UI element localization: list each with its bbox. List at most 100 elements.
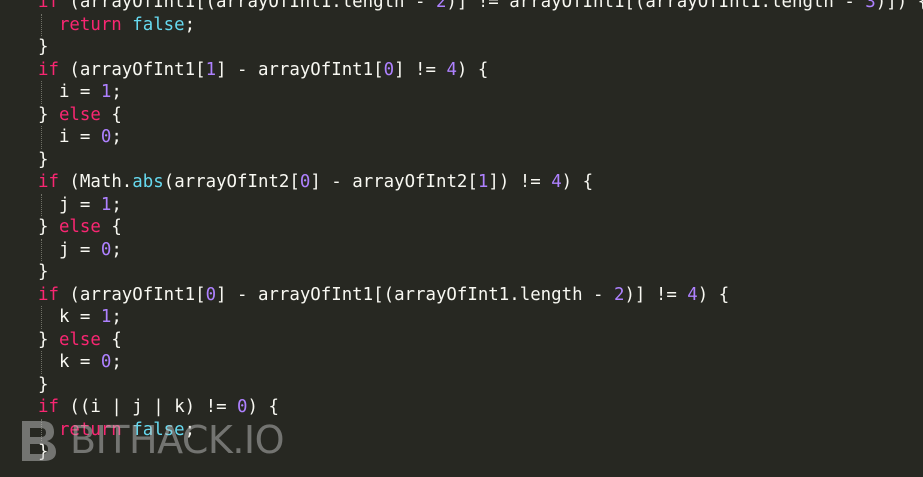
code-line[interactable]: } [0,149,923,172]
punctuation-token: } [38,37,49,57]
punctuation-token: ] - [310,172,353,192]
punctuation-token: (( [58,397,91,417]
code-line[interactable]: i = 1; [0,81,923,104]
number-token: 0 [237,397,248,417]
code-line[interactable]: j = 1; [0,193,923,216]
code-line[interactable]: k = 1; [0,306,923,329]
punctuation-token: ( [163,172,175,192]
code-line[interactable]: if (arrayOfInt1[0] - arrayOfInt1[(arrayO… [0,284,923,307]
punctuation-token: ; [111,307,122,327]
number-token: 1 [205,59,217,80]
punctuation-token: ; [111,127,122,147]
identifier-token: arrayOfInt1 [79,284,196,305]
keyword-token: if [38,284,59,305]
number-token: 0 [100,352,112,372]
code-editor[interactable]: if (arrayOfInt1[(arrayOfInt1.length - 2)… [0,0,923,477]
indent-guide [41,351,42,374]
punctuation-token: ) { [247,397,279,417]
punctuation-token: ) { [456,59,489,80]
builtin-token: false [132,14,185,35]
punctuation-token: ; [111,352,122,372]
number-token: 4 [687,284,698,305]
punctuation-token: ; [111,82,122,102]
code-line[interactable]: if (Math.abs(arrayOfInt2[0] - arrayOfInt… [0,171,923,194]
punctuation-token: ) { [561,172,594,192]
code-line[interactable]: return false; [0,13,923,36]
punctuation-token: } [38,442,49,462]
code-line[interactable]: if (arrayOfInt1[1] - arrayOfInt1[0] != 4… [0,59,923,82]
code-line[interactable]: k = 0; [0,351,923,374]
indent-guide [41,238,42,261]
number-token: 2 [613,284,625,305]
punctuation-token: )] != [446,0,510,12]
punctuation-token [122,420,132,440]
punctuation-token: ; [111,194,122,215]
punctuation-token: . [331,0,342,12]
punctuation-token: [( [373,284,395,305]
punctuation-token: ; [184,14,196,35]
code-line[interactable]: i = 0; [0,126,923,149]
code-line[interactable]: } else { [0,104,923,127]
code-line[interactable]: j = 0; [0,238,923,261]
keyword-token: return [58,419,122,440]
identifier-token: arrayOfInt2 [174,172,290,192]
builtin-token: false [132,419,185,440]
keyword-token: if [38,397,59,417]
punctuation-token: ( [58,172,80,192]
identifier-token: i [58,127,70,147]
punctuation-token: [( [624,0,646,12]
punctuation-token: = [69,127,101,147]
punctuation-token: [ [195,59,206,80]
number-token: 1 [477,172,489,192]
punctuation-token: . [121,172,133,192]
identifier-token: j [58,194,70,215]
identifier-token: k [174,397,185,417]
punctuation-token: = [69,82,101,102]
keyword-token: return [58,14,122,35]
number-token: 2 [435,0,447,12]
identifier-token: k [58,307,70,327]
identifier-token: length [341,0,405,12]
code-line[interactable]: } else { [0,329,923,352]
punctuation-token: . [509,284,520,305]
code-area[interactable]: if (arrayOfInt1[(arrayOfInt1.length - 2)… [0,0,923,464]
punctuation-token: } [38,217,59,237]
punctuation-token: { [100,217,122,237]
punctuation-token: } [38,329,59,350]
identifier-token: arrayOfInt1 [216,0,332,12]
punctuation-token: { [100,104,122,125]
code-line[interactable]: if (arrayOfInt1[(arrayOfInt1.length - 2)… [0,0,923,14]
code-line[interactable]: if ((i | j | k) != 0) { [0,396,923,419]
number-token: 0 [299,172,311,192]
identifier-token: j [58,239,70,260]
punctuation-token: | [100,397,133,417]
punctuation-token: = [69,307,101,327]
punctuation-token: } [38,262,49,282]
punctuation-token: ( [58,284,80,305]
identifier-token: arrayOfInt1 [509,0,625,12]
keyword-token: if [38,0,59,12]
code-line[interactable]: } [0,36,923,59]
identifier-token: arrayOfInt1 [79,59,196,80]
indent-guide [41,81,42,104]
number-token: 4 [551,172,562,192]
identifier-token: k [58,352,70,372]
code-line[interactable]: } [0,261,923,284]
indent-guide [41,193,42,216]
code-line[interactable]: } [0,374,923,397]
identifier-token: arrayOfInt1 [79,0,196,12]
punctuation-token: { [100,329,122,350]
punctuation-token: ] - [216,284,258,305]
identifier-token: length [519,284,583,305]
punctuation-token: ; [184,419,196,440]
keyword-token: if [38,59,59,80]
punctuation-token: [ [373,59,384,80]
code-line[interactable]: } [0,441,923,464]
identifier-token: j [132,397,143,417]
keyword-token: if [38,172,59,192]
indent-guide [41,306,42,329]
code-line[interactable]: } else { [0,216,923,239]
punctuation-token: = [69,194,101,215]
identifier-token: Math [79,172,122,192]
code-line[interactable]: return false; [0,418,923,441]
